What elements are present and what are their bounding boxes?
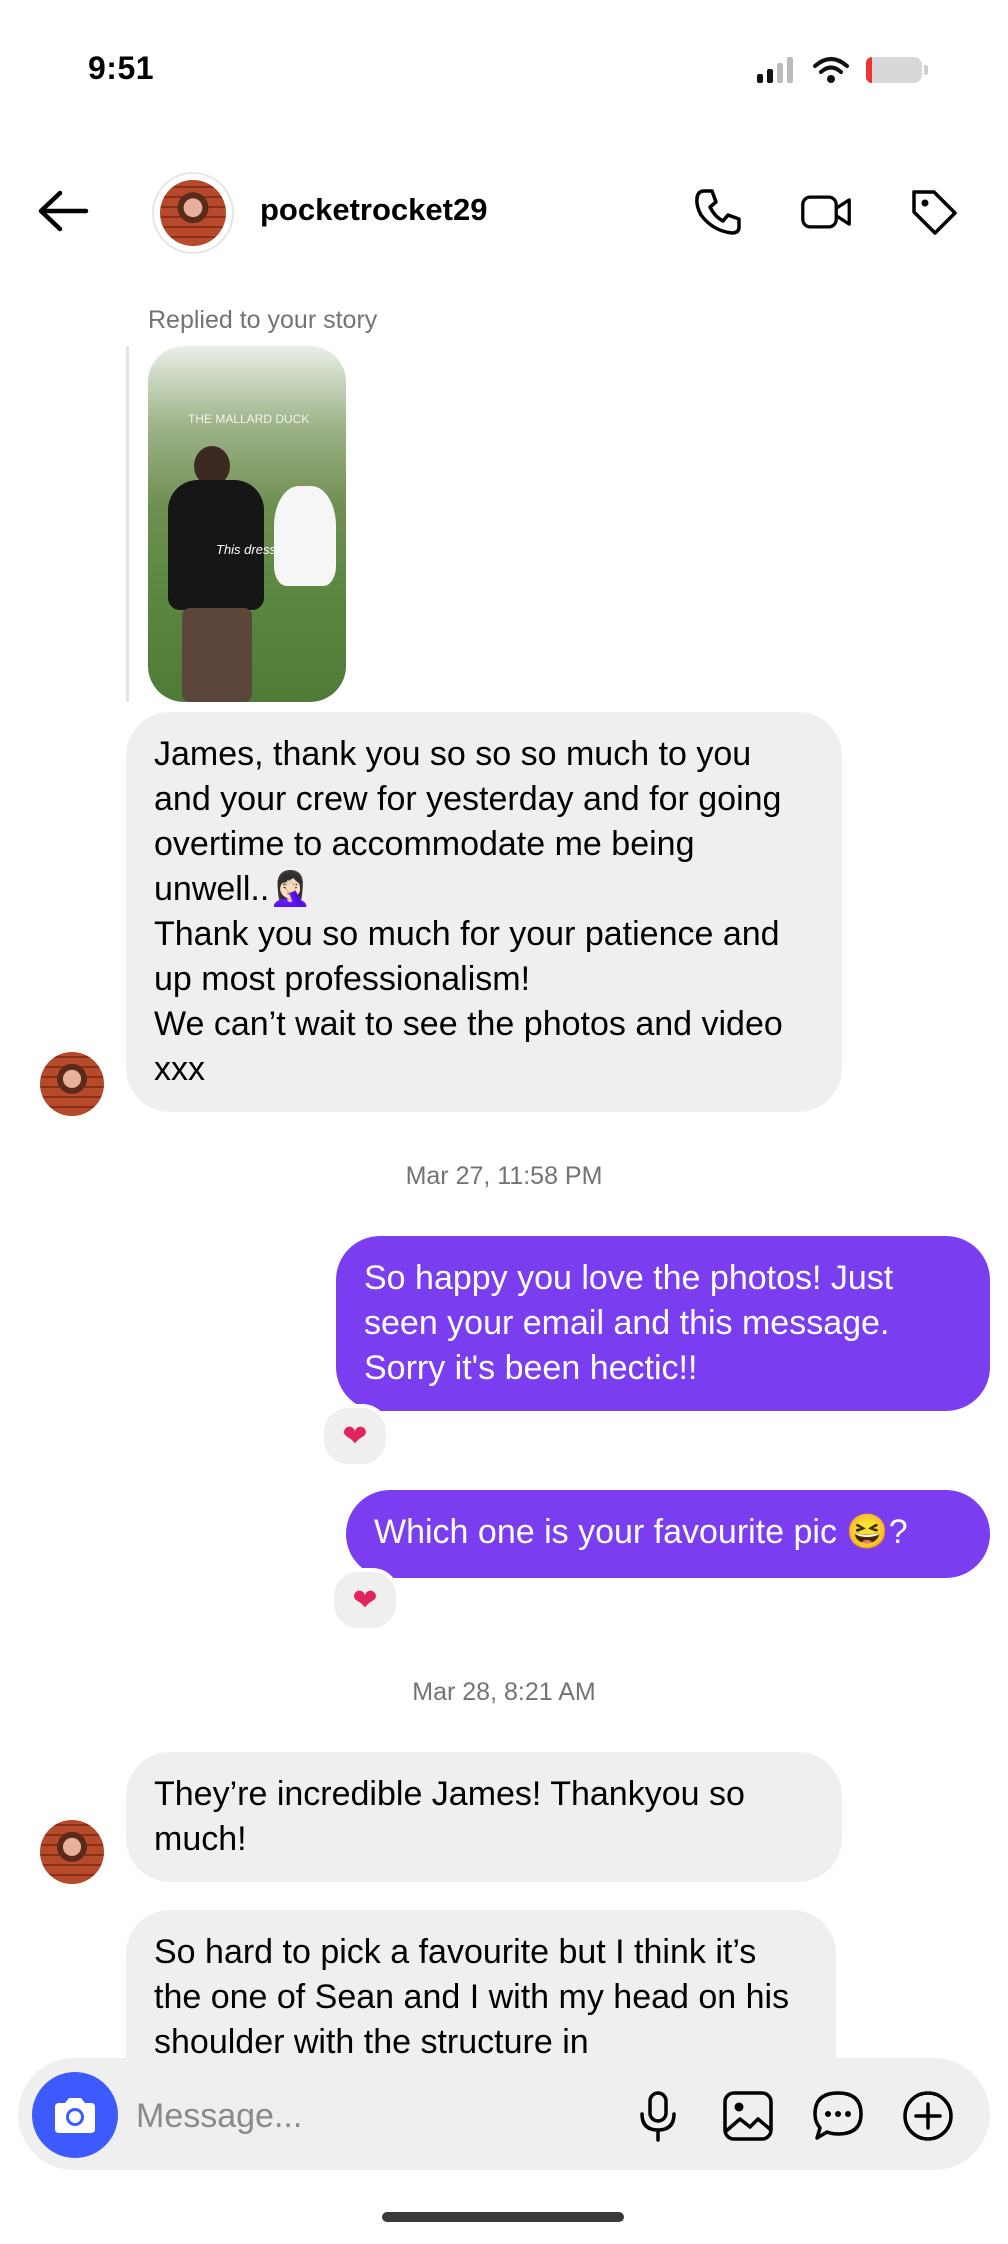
wifi-icon — [813, 57, 849, 83]
reply-indicator-bar — [126, 346, 129, 702]
phone-icon[interactable] — [692, 186, 744, 238]
timestamp: Mar 27, 11:58 PM — [405, 1162, 603, 1190]
replied-to-story-label: Replied to your story — [148, 306, 378, 334]
timestamp: Mar 28, 8:21 AM — [412, 1678, 596, 1706]
outgoing-message[interactable]: Which one is your favourite pic 😆? — [346, 1490, 990, 1578]
heart-reaction[interactable]: ❤ — [330, 1568, 400, 1632]
message-input[interactable] — [134, 2084, 598, 2148]
story-bride-dress — [274, 486, 336, 586]
profile-photo — [160, 180, 226, 246]
back-arrow-icon[interactable] — [36, 188, 90, 234]
sender-avatar[interactable] — [40, 1052, 104, 1116]
story-thumbnail[interactable]: THE MALLARD DUCK This dress — [148, 346, 346, 702]
status-time: 9:51 — [88, 50, 155, 86]
tag-icon[interactable] — [908, 186, 960, 238]
story-figure-legs — [182, 608, 252, 702]
home-indicator — [382, 2212, 624, 2222]
story-location-tag: THE MALLARD DUCK — [188, 412, 310, 426]
story-caption: This dress — [216, 542, 276, 557]
camera-icon — [55, 2098, 95, 2133]
gallery-icon[interactable] — [720, 2088, 776, 2144]
username[interactable]: pocketrocket29 — [260, 192, 487, 228]
header-avatar[interactable] — [152, 172, 234, 254]
sender-avatar[interactable] — [40, 1820, 104, 1884]
add-icon[interactable] — [900, 2088, 956, 2144]
incoming-message[interactable]: James, thank you so so so much to you an… — [126, 712, 842, 1112]
sticker-chat-icon[interactable] — [810, 2088, 866, 2144]
microphone-icon[interactable] — [630, 2088, 686, 2144]
outgoing-message[interactable]: So happy you love the photos! Just seen … — [336, 1236, 990, 1411]
status-icons — [756, 56, 928, 84]
incoming-message[interactable]: They’re incredible James! Thankyou so mu… — [126, 1752, 842, 1882]
incoming-message[interactable]: So hard to pick a favourite but I think … — [126, 1910, 836, 2070]
battery-icon — [866, 57, 928, 83]
camera-button[interactable] — [32, 2072, 118, 2158]
video-camera-icon[interactable] — [800, 186, 852, 238]
signal-icon — [757, 57, 793, 83]
heart-reaction[interactable]: ❤ — [320, 1404, 390, 1468]
